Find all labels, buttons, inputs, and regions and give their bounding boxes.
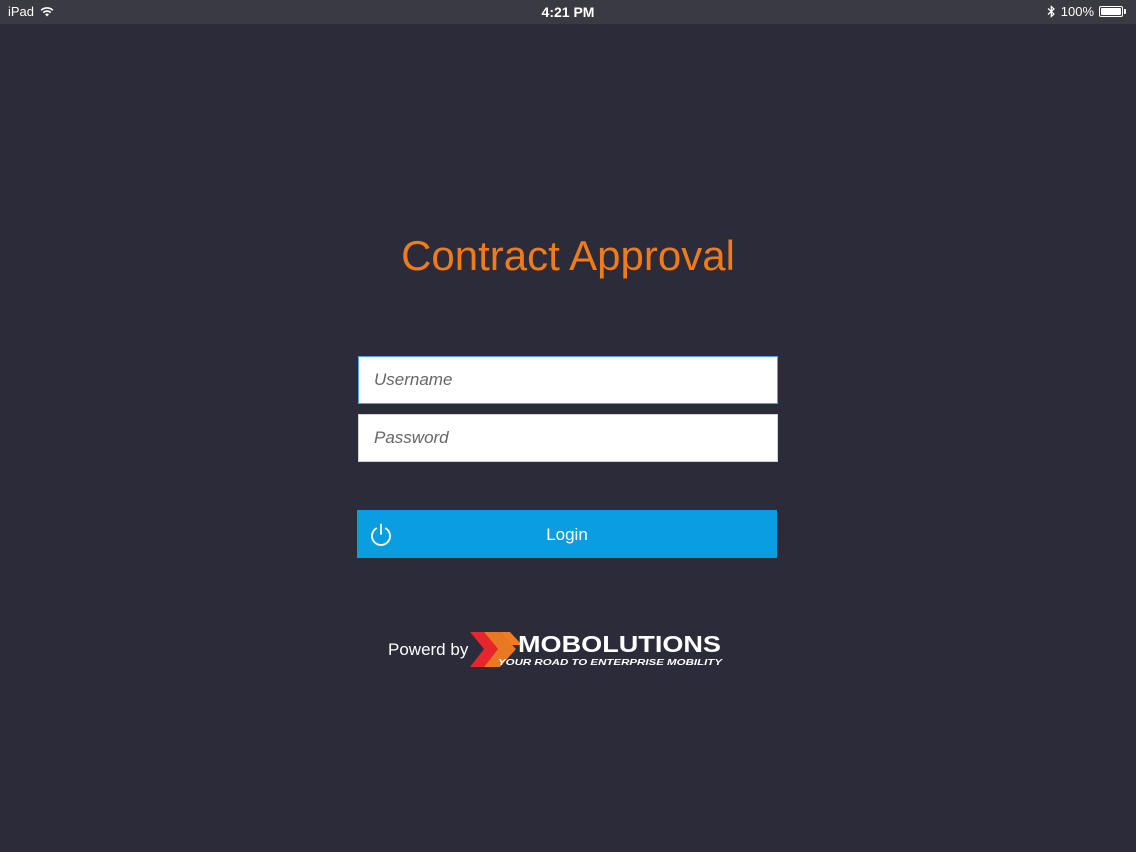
status-bar: iPad 4:21 PM 100% [0,0,1136,24]
battery-tip [1124,9,1126,14]
status-right: 100% [1047,4,1126,19]
svg-text:YOUR ROAD TO ENTERPRISE MOBILI: YOUR ROAD TO ENTERPRISE MOBILITY [498,658,723,667]
powered-by-footer: Powerd by MOBOLUTIONS YOUR ROAD TO ENTER… [388,630,724,670]
battery-percent: 100% [1060,4,1094,19]
battery-fill [1101,8,1121,15]
username-input[interactable] [358,356,778,404]
bluetooth-icon [1047,5,1055,18]
svg-text:MOBOLUTIONS: MOBOLUTIONS [518,631,721,657]
app-title: Contract Approval [401,232,735,279]
status-time: 4:21 PM [541,4,595,20]
login-screen: iPad 4:21 PM 100% Contract Approval User… [0,0,1136,852]
battery-icon [1099,6,1123,17]
powered-by-text: Powerd by [388,640,469,659]
login-button[interactable]: Login [357,510,777,558]
login-button-label: Login [546,525,588,544]
mobolutions-logo: MOBOLUTIONS YOUR ROAD TO ENTERPRISE MOBI… [470,631,723,667]
password-input[interactable] [358,414,778,462]
